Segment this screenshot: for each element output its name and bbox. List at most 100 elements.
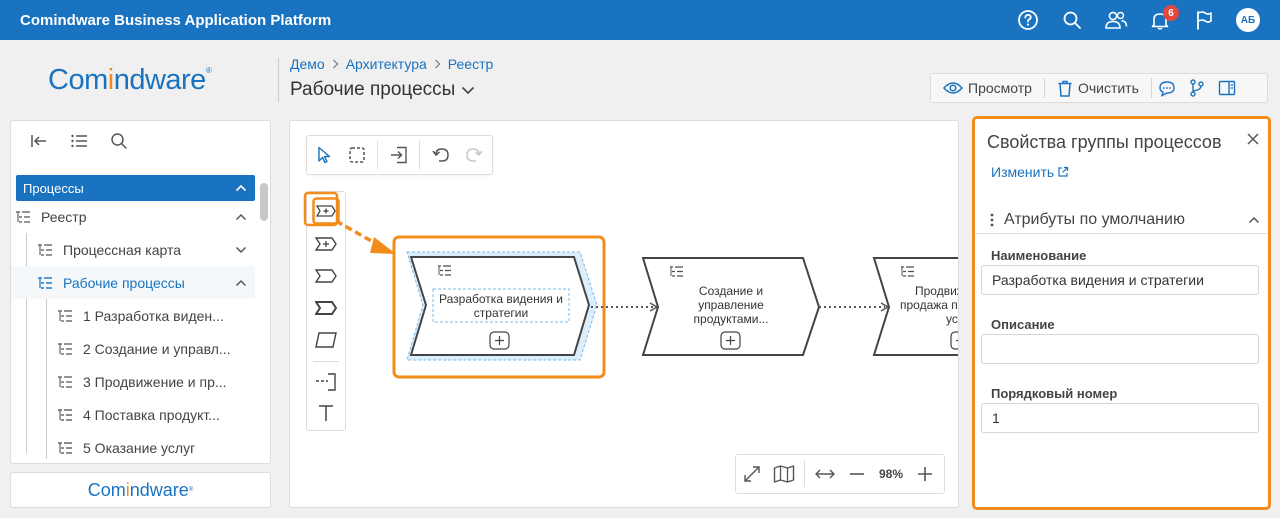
palette-highlight-frame [303,191,339,227]
sidebar-item-process-map[interactable]: Процессная карта [11,233,255,266]
shape-3-label-line1: Продвиж [915,284,959,298]
chevron-up-icon[interactable] [235,279,247,287]
shape-1-label-line2: стратегии [474,306,528,320]
shape-2-label-line1: Создание и [699,284,763,298]
group-label: Атрибуты по умолчанию [1004,211,1185,228]
eye-icon [943,82,963,94]
navigation-panel: Процессы Реестр Процессная карта Рабочие… [10,120,271,464]
zoom-out-icon[interactable] [841,455,873,493]
branch-icon[interactable] [1182,74,1212,102]
edit-link[interactable]: Изменить [991,164,1069,180]
breadcrumb-item-demo[interactable]: Демо [290,56,325,72]
process-diagram: Разработка видения и стратегии Создание … [303,191,959,379]
sidebar-item-registry[interactable]: Реестр [11,200,255,233]
side-panel-icon[interactable] [1212,74,1242,102]
clear-button[interactable]: Очистить [1045,74,1151,102]
name-field[interactable]: Разработка видения и стратегии [981,265,1259,295]
chevron-up-icon[interactable] [235,184,247,192]
header-divider [278,58,279,102]
sidebar-item-process-5[interactable]: 5 Оказание услуг [11,431,255,463]
comindware-logo[interactable]: Comindware® [48,64,212,97]
drag-handle-icon[interactable] [984,213,1000,227]
tree-node-icon [15,210,33,224]
diagram-canvas[interactable]: Разработка видения и стратегии Создание … [289,120,959,508]
name-field-label: Наименование [991,248,1087,263]
chevron-up-icon[interactable] [1248,216,1260,224]
default-attributes-group-header[interactable]: Атрибуты по умолчанию [984,205,1266,235]
sidebar-item-process-2[interactable]: 2 Создание и управл... [11,332,255,365]
sidebar-section-label: Процессы [23,180,84,196]
page-title[interactable]: Рабочие процессы [290,79,475,101]
minimap-icon[interactable] [768,455,800,493]
navigation-toolbar [11,121,270,161]
collapse-panel-icon[interactable] [19,121,59,161]
sidebar-item-process-1[interactable]: 1 Разработка виден... [11,299,255,332]
shape-2-label-line3: продуктами... [694,312,769,326]
users-icon[interactable] [1094,0,1138,40]
sidebar-item-label: 1 Разработка виден... [83,307,224,324]
add-subprocess-icon[interactable] [720,331,741,350]
comments-icon[interactable] [1152,74,1182,102]
top-bar-icons: 6 АБ [1006,0,1260,40]
footer-logo: Com i ndware ® [10,472,271,508]
help-icon[interactable] [1006,0,1050,40]
trash-icon [1058,80,1072,97]
sidebar-item-label: 4 Поставка продукт... [83,406,220,423]
clear-button-label: Очистить [1077,80,1139,96]
preview-button[interactable]: Просмотр [931,74,1044,102]
shape-1-label-line1: Разработка видения и [439,292,563,306]
breadcrumb-item-architecture[interactable]: Архитектура [346,56,427,72]
external-link-icon [1058,166,1069,177]
breadcrumb-separator-icon [332,59,339,69]
flag-icon[interactable] [1182,0,1226,40]
description-field-label: Описание [991,317,1055,332]
shape-3-label-line3: усл [946,312,959,326]
preview-button-label: Просмотр [968,80,1032,96]
close-icon[interactable] [1247,133,1259,145]
fit-screen-icon[interactable] [736,455,768,493]
add-subprocess-icon[interactable] [489,331,510,350]
search-icon[interactable] [1050,0,1094,40]
tree-node-icon [57,441,75,455]
sidebar-item-label: 5 Оказание услуг [83,439,196,456]
tree-node-icon [57,408,75,422]
notifications-badge: 6 [1163,5,1179,21]
search-icon[interactable] [99,121,139,161]
sidebar-item-label: 3 Продвижение и пр... [83,373,227,390]
chevron-down-icon[interactable] [235,246,247,254]
shape-2-label-line2: управление [698,298,764,312]
zoom-level: 98% [878,467,904,481]
tree-node-icon [37,276,55,290]
sidebar-item-label: Рабочие процессы [63,274,185,291]
top-bar: Comindware Business Application Platform… [0,0,1280,40]
breadcrumb-item-registry[interactable]: Реестр [448,56,494,72]
sidebar-item-work-processes[interactable]: Рабочие процессы [11,266,255,299]
zoom-controls: 98% [735,454,945,494]
group-divider [975,233,1268,234]
add-subprocess-icon[interactable] [950,331,959,350]
toolbar-divider [804,461,805,487]
app-title: Comindware Business Application Platform [20,11,332,29]
page-toolbar: Просмотр Очистить [930,73,1268,103]
user-avatar[interactable]: АБ [1236,8,1260,32]
notifications-bell-icon[interactable]: 6 [1138,0,1182,40]
sidebar-item-label: 2 Создание и управл... [83,340,231,357]
sidebar-item-label: Реестр [41,208,87,225]
chevron-down-icon[interactable] [461,86,475,95]
zoom-in-icon[interactable] [909,455,941,493]
breadcrumb: Демо Архитектура Реестр [290,56,493,72]
sidebar-section-processes[interactable]: Процессы [16,175,255,201]
fit-width-icon[interactable] [809,455,841,493]
sidebar-scrollbar[interactable] [260,183,268,221]
sidebar-item-process-3[interactable]: 3 Продвижение и пр... [11,365,255,398]
order-number-field-label: Порядковый номер [991,386,1118,401]
tree-node-icon [57,375,75,389]
list-icon[interactable] [59,121,99,161]
description-field[interactable] [981,334,1259,364]
chevron-up-icon[interactable] [235,213,247,221]
order-number-field[interactable]: 1 [981,403,1259,433]
breadcrumb-separator-icon [434,59,441,69]
sidebar-item-process-4[interactable]: 4 Поставка продукт... [11,398,255,431]
sidebar-item-label: Процессная карта [63,241,182,258]
properties-title: Свойства группы процессов [987,132,1222,152]
